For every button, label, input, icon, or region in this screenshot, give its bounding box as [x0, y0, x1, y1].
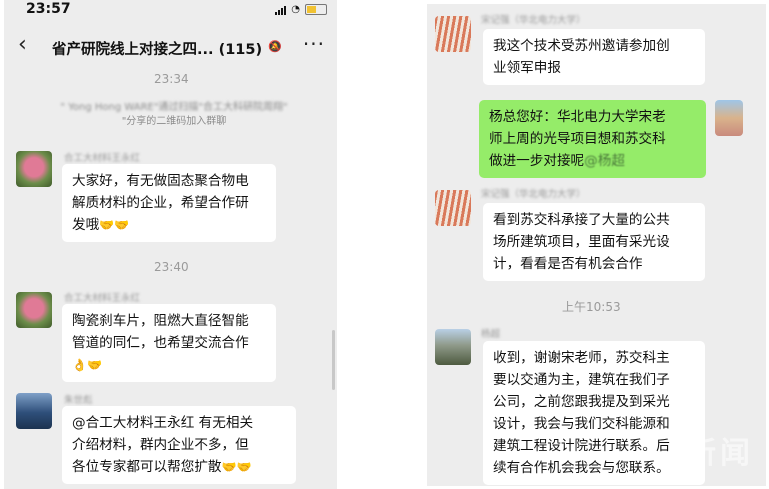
message-line: 续有合作机会我会与您联系。 — [493, 460, 670, 476]
handshake-emoji-icon: 🤝🤝 — [99, 218, 130, 232]
battery-icon — [305, 4, 327, 15]
avatar[interactable] — [16, 151, 52, 187]
message-bubble[interactable]: @合工大材料王永红 有无相关 介绍材料，群内企业不多，但 各位专家都可以帮您扩散… — [62, 406, 296, 484]
message-text: 发哦 — [72, 217, 100, 233]
message-line: 设计，我会与我们交科能源和 — [493, 416, 670, 432]
signal-icon — [275, 5, 287, 15]
chat-screen-right: 宋记强（华北电力大学） 我这个技术受苏州邀请参加创 业领军申报 杨总您好：华北电… — [427, 4, 766, 486]
status-time: 23:57 — [26, 1, 71, 17]
status-bar: 23:57 ◔ — [4, 0, 337, 22]
sender-name: 朱世彪 — [64, 395, 93, 406]
message-bubble[interactable]: 我这个技术受苏州邀请参加创 业领军申报 — [483, 29, 705, 85]
avatar[interactable] — [435, 16, 471, 52]
sender-name: 宋记强（华北电力大学） — [481, 189, 586, 200]
message-line: 大家好，有无做固态聚合物电 — [72, 173, 249, 189]
message-line: 师上周的光导项目想和苏交科 — [489, 131, 666, 147]
mute-bell-icon: 🔕 — [268, 40, 282, 53]
message-line: 杨总您好：华北电力大学宋老 — [489, 109, 666, 125]
message-bubble[interactable]: 陶瓷刹车片，阻燃大直径智能 管道的同仁，也希望交流合作 👌🤝 — [62, 304, 276, 382]
message-line: 要以交通为主，建筑在我们子 — [493, 372, 670, 388]
status-icons: ◔ — [275, 4, 327, 15]
avatar[interactable] — [16, 292, 52, 328]
chat-header: ‹ 省产研院线上对接之四... (115) 🔕 ··· — [4, 24, 337, 68]
avatar[interactable] — [715, 100, 743, 136]
sender-name: 合工大材料王永红 — [64, 293, 141, 304]
message-line: @合工大材料王永红 有无相关 — [72, 415, 254, 431]
system-message-line: " Yong Hong WARE"通过扫描"合工大科研院周翔" — [60, 102, 288, 113]
message-line: 我这个技术受苏州邀请参加创 — [493, 38, 670, 54]
chat-title: 省产研院线上对接之四... (115) — [52, 38, 262, 59]
message-bubble-outgoing[interactable]: 杨总您好：华北电力大学宋老 师上周的光导项目想和苏交科 做进一步对接呢@杨超 — [479, 100, 706, 178]
ok-handshake-emoji-icon: 👌🤝 — [72, 358, 102, 372]
message-line: 场所建筑项目，里面有采光设 — [493, 234, 670, 250]
back-arrow-icon[interactable]: ‹ — [18, 32, 27, 57]
message-bubble[interactable]: 收到，谢谢宋老师，苏交科主 要以交通为主，建筑在我们子 公司，之前您跟我提及到采… — [483, 341, 705, 485]
sender-name: 杨超 — [481, 329, 501, 340]
message-line-wrap: 发哦🤝🤝 — [72, 214, 266, 236]
group-name: 省产研院线上对接之四... — [52, 42, 214, 58]
avatar[interactable] — [435, 190, 471, 226]
message-line-wrap: 做进一步对接呢@杨超 — [489, 150, 696, 172]
chat-screen-left: 23:57 ◔ ‹ 省产研院线上对接之四... (115) 🔕 ··· 23:3… — [4, 0, 337, 489]
sender-name: 宋记强（华北电力大学） — [481, 15, 586, 26]
handshake-emoji-icon: 🤝🤝 — [221, 460, 252, 474]
message-text: 做进一步对接呢 — [489, 153, 585, 169]
message-line: 看到苏交科承接了大量的公共 — [493, 212, 670, 228]
message-line: 建筑工程设计院进行联系。后 — [493, 438, 670, 454]
message-line: 公司，之前您跟我提及到采光 — [493, 394, 670, 410]
scrollbar[interactable] — [332, 330, 335, 390]
message-line: 计，看看是否有机会合作 — [493, 256, 643, 272]
message-bubble[interactable]: 大家好，有无做固态聚合物电 解质材料的企业，希望合作研 发哦🤝🤝 — [62, 164, 276, 242]
wifi-icon: ◔ — [291, 4, 300, 15]
system-message: " Yong Hong WARE"通过扫描"合工大科研院周翔" "分享的二维码加… — [24, 101, 324, 129]
timestamp: 23:40 — [154, 260, 189, 274]
system-message-line: "分享的二维码加入群聊 — [121, 116, 227, 127]
message-line: 业领军申报 — [493, 60, 561, 76]
avatar[interactable] — [435, 329, 471, 365]
member-count: (115) — [218, 42, 263, 58]
watermark: 新闻 — [686, 436, 754, 471]
message-line: 解质材料的企业，希望合作研 — [72, 195, 249, 211]
message-line: 陶瓷刹车片，阻燃大直径智能 — [72, 313, 249, 329]
message-line: 管道的同仁，也希望交流合作 — [72, 335, 249, 351]
avatar[interactable] — [16, 393, 52, 429]
more-options-icon[interactable]: ··· — [303, 32, 325, 56]
mention[interactable]: @杨超 — [584, 153, 625, 169]
message-line-wrap: 各位专家都可以帮您扩散🤝🤝 — [72, 456, 286, 478]
message-line: 介绍材料，群内企业不多，但 — [72, 437, 249, 453]
sender-name: 合工大材料王永红 — [64, 153, 141, 164]
message-line: 收到，谢谢宋老师，苏交科主 — [493, 350, 670, 366]
timestamp: 上午10:53 — [562, 300, 621, 314]
message-text: 各位专家都可以帮您扩散 — [72, 459, 222, 475]
timestamp: 23:34 — [154, 72, 189, 86]
message-bubble[interactable]: 看到苏交科承接了大量的公共 场所建筑项目，里面有采光设 计，看看是否有机会合作 — [483, 203, 705, 281]
